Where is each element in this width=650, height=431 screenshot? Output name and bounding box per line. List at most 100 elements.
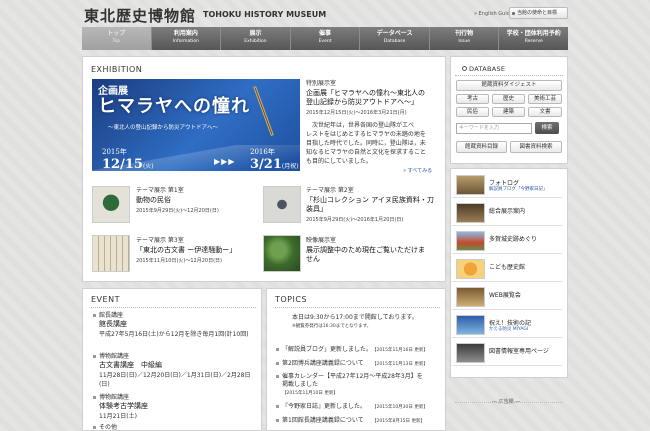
sidebar-link-tagajo[interactable]: 多賀城史跡めぐり — [452, 228, 562, 254]
db-art-button[interactable]: 美術工芸 — [528, 94, 562, 104]
sidebar-link-library[interactable]: 図書情報室専用ページ — [452, 340, 562, 366]
nav-label: 刊行物 — [455, 30, 474, 37]
english-guide-link[interactable]: » English Guide — [474, 11, 513, 17]
nav-issue[interactable]: 刊行物 Issue — [430, 27, 500, 50]
event3-detail: 11月21日(土) — [99, 413, 137, 420]
nav-label: データベース — [376, 30, 413, 37]
theme2-title-2[interactable]: 装具」 — [306, 205, 327, 214]
theme3-label: テーマ展示 第3室 — [136, 237, 184, 244]
start-day: 12/15 — [102, 157, 143, 171]
sidebar-link-disaster[interactable]: 祝え！技術の記 かえる防災 MIYAGI — [452, 312, 562, 338]
nav-information[interactable]: 利用案内 Information — [152, 27, 222, 50]
nav-reserve[interactable]: 学校・団体利用予約 Reserve — [499, 27, 568, 50]
nav-label-en: Top — [112, 39, 121, 44]
topics-divider — [275, 307, 440, 308]
theme2-date: 2015年9月29日(火)〜2016年1月20日(日) — [306, 217, 404, 223]
kids-thumb — [456, 259, 485, 279]
end-year: 2016年 — [250, 148, 275, 156]
nav-label-en: Information — [172, 39, 199, 44]
database-divider — [455, 75, 563, 76]
database-title-text: DATABASE — [469, 65, 506, 73]
special-body-4: 知なるヒマラヤの自然と文化を探求すること — [306, 149, 427, 156]
disaster-thumb — [456, 315, 485, 335]
special-body-3: 目指した時代でした。同時に，登山隊は，未 — [306, 140, 426, 147]
nav-label: 学校・団体利用予約 — [506, 30, 561, 37]
event3-title[interactable]: 体験考古学講座 — [99, 402, 148, 411]
theme2-label: テーマ展示 第2室 — [306, 187, 354, 194]
event2-category: 博物館講座 — [93, 352, 129, 361]
event1-category: 館長講座 — [93, 311, 123, 320]
tagajo-thumb — [456, 231, 485, 251]
topic1-link[interactable]: 「解説員ブログ」更新しました。 — [276, 346, 372, 354]
sidebar-link-kids[interactable]: こども歴史館 — [452, 256, 562, 282]
theme2-title-1[interactable]: 「杉山コレクション アイヌ民族資料・刀 — [306, 196, 434, 205]
topic3-date: 【2015年11月10日 更新】 — [282, 391, 338, 396]
theme1-image[interactable] — [92, 186, 130, 223]
nav-exhibition[interactable]: 展示 Exhibition — [221, 27, 291, 50]
special-title-2[interactable]: 登山記録から防災アウトドアへ〜」 — [306, 98, 418, 107]
nav-database[interactable]: データベース Database — [360, 27, 430, 50]
ticket-notice: ※観覧券発行は16:30までとなります。 — [292, 324, 372, 329]
topic3-link-1[interactable]: 催事カレンダー【平成27年12月〜平成28年3月】を — [276, 373, 423, 381]
event1-title[interactable]: 館長講座 — [99, 320, 127, 329]
library-search-button[interactable]: 図書資料検索 — [510, 141, 562, 153]
see-all-link[interactable]: » すべてみる — [403, 167, 432, 174]
main-nav: トップ Top 利用案内 Information 展示 Exhibition 催事 Ev… — [82, 27, 568, 50]
db-documents-button[interactable]: 文書 — [528, 107, 562, 117]
video-room-title-1[interactable]: 展示調整中のため現在ご覧いただけま — [306, 246, 425, 255]
theme3-image[interactable] — [92, 235, 130, 272]
video-room-image[interactable] — [263, 235, 301, 272]
logo-english[interactable]: TOHOKU HISTORY MUSEUM — [203, 10, 326, 19]
theme3-title[interactable]: 「東北の古文書 ー伊達騒動ー」 — [136, 246, 236, 255]
theme2-image[interactable] — [263, 186, 301, 223]
search-button[interactable]: 検索 — [535, 122, 559, 134]
sidebar-link-general-exhibit[interactable]: 総合展示案内 — [452, 200, 562, 226]
start-year: 2015年 — [102, 148, 127, 156]
banner-end: 2016年 3/21(月祝) — [250, 147, 299, 171]
link-sublabel: かえる防災 MIYAGI — [489, 327, 529, 332]
special-room-label: 特別展示室 — [306, 80, 337, 87]
topic5-link[interactable]: 第1回館長講座講義録について — [276, 417, 364, 425]
mission-button[interactable]: 当館の使命と目標 — [509, 7, 568, 19]
topic3-link-2[interactable]: 掲載しました — [282, 381, 318, 389]
video-room-label: 映像展示室 — [306, 237, 337, 244]
event3-category: 博物館講座 — [93, 393, 129, 402]
special-body-5: も目的にしていました。 — [306, 158, 372, 165]
topics-title: TOPICS — [275, 295, 308, 304]
link-label: WEB展覧会 — [489, 292, 521, 299]
event2-title[interactable]: 古文書講座 中級編 — [99, 361, 162, 370]
theme1-title[interactable]: 動物の民俗 — [136, 196, 171, 205]
exhibition-banner[interactable]: 企画展 ヒマラヤへの憧れ 〜東北人の登山記録から防災アウトドアへ〜 2015年 1… — [92, 79, 300, 171]
special-body-1: 次世紀年は，世界各国の登山隊がエベ — [306, 122, 415, 129]
db-folklore-button[interactable]: 民俗 — [456, 107, 489, 117]
sidebar-link-photolog[interactable]: フォトログ 解説員ブログ「今野家日記」 — [452, 172, 562, 198]
video-room-title-2[interactable]: せん — [306, 255, 320, 264]
special-date: 2015年12月15日(火)〜2016年3月21日(月) — [306, 110, 407, 116]
db-architecture-button[interactable]: 建築 — [492, 107, 525, 117]
topic4-link[interactable]: 『今野家日誌』更新しました。 — [276, 403, 366, 411]
nav-label-en: Database — [383, 39, 406, 44]
theme1-date: 2015年9月29日(火)〜12月20日(日) — [136, 208, 219, 214]
topic5-date: 【2015年8月15日 更新】 — [372, 419, 425, 424]
special-body-2: レストをはじめとするヒマラヤの未踏の地を — [306, 131, 426, 138]
special-title-1[interactable]: 企画展「ヒマラヤへの憧れ〜東北人の — [306, 89, 425, 98]
nav-label: トップ — [107, 30, 126, 37]
topic2-link[interactable]: 第2回博兵講座講義録について — [276, 360, 364, 368]
db-history-button[interactable]: 歴史 — [492, 94, 525, 104]
collection-digest-button[interactable]: 館蔵資料ダイジェスト — [456, 80, 562, 91]
nav-event[interactable]: 催事 Event — [291, 27, 361, 50]
keyword-input[interactable]: キーワードを入力 — [456, 123, 532, 134]
topic1-date: 【2015年11月16日 更新】 — [372, 348, 428, 353]
nav-top[interactable]: トップ Top — [82, 27, 152, 50]
event1-detail: 平成27年5月16日(土)から12月を除き毎月1回(計10回) — [99, 331, 249, 338]
database-title: DATABASE — [462, 65, 505, 73]
start-dow: (火) — [142, 163, 154, 170]
nav-label-en: Event — [318, 39, 332, 44]
db-archaeology-button[interactable]: 考古 — [456, 94, 489, 104]
logo-japanese[interactable]: 東北歴史博物館 — [84, 5, 196, 26]
general-exhibit-thumb — [456, 203, 485, 223]
banner-arrows: ▶▶▶ — [214, 157, 236, 166]
event2-detail: 11月28日(日)／12月20日(日)／1月31日(日)／2月28日(日) — [99, 372, 251, 388]
sidebar-link-web-exhibition[interactable]: WEB展覧会 — [452, 284, 562, 310]
catalog-button[interactable]: 館蔵資料目録 — [456, 141, 507, 153]
